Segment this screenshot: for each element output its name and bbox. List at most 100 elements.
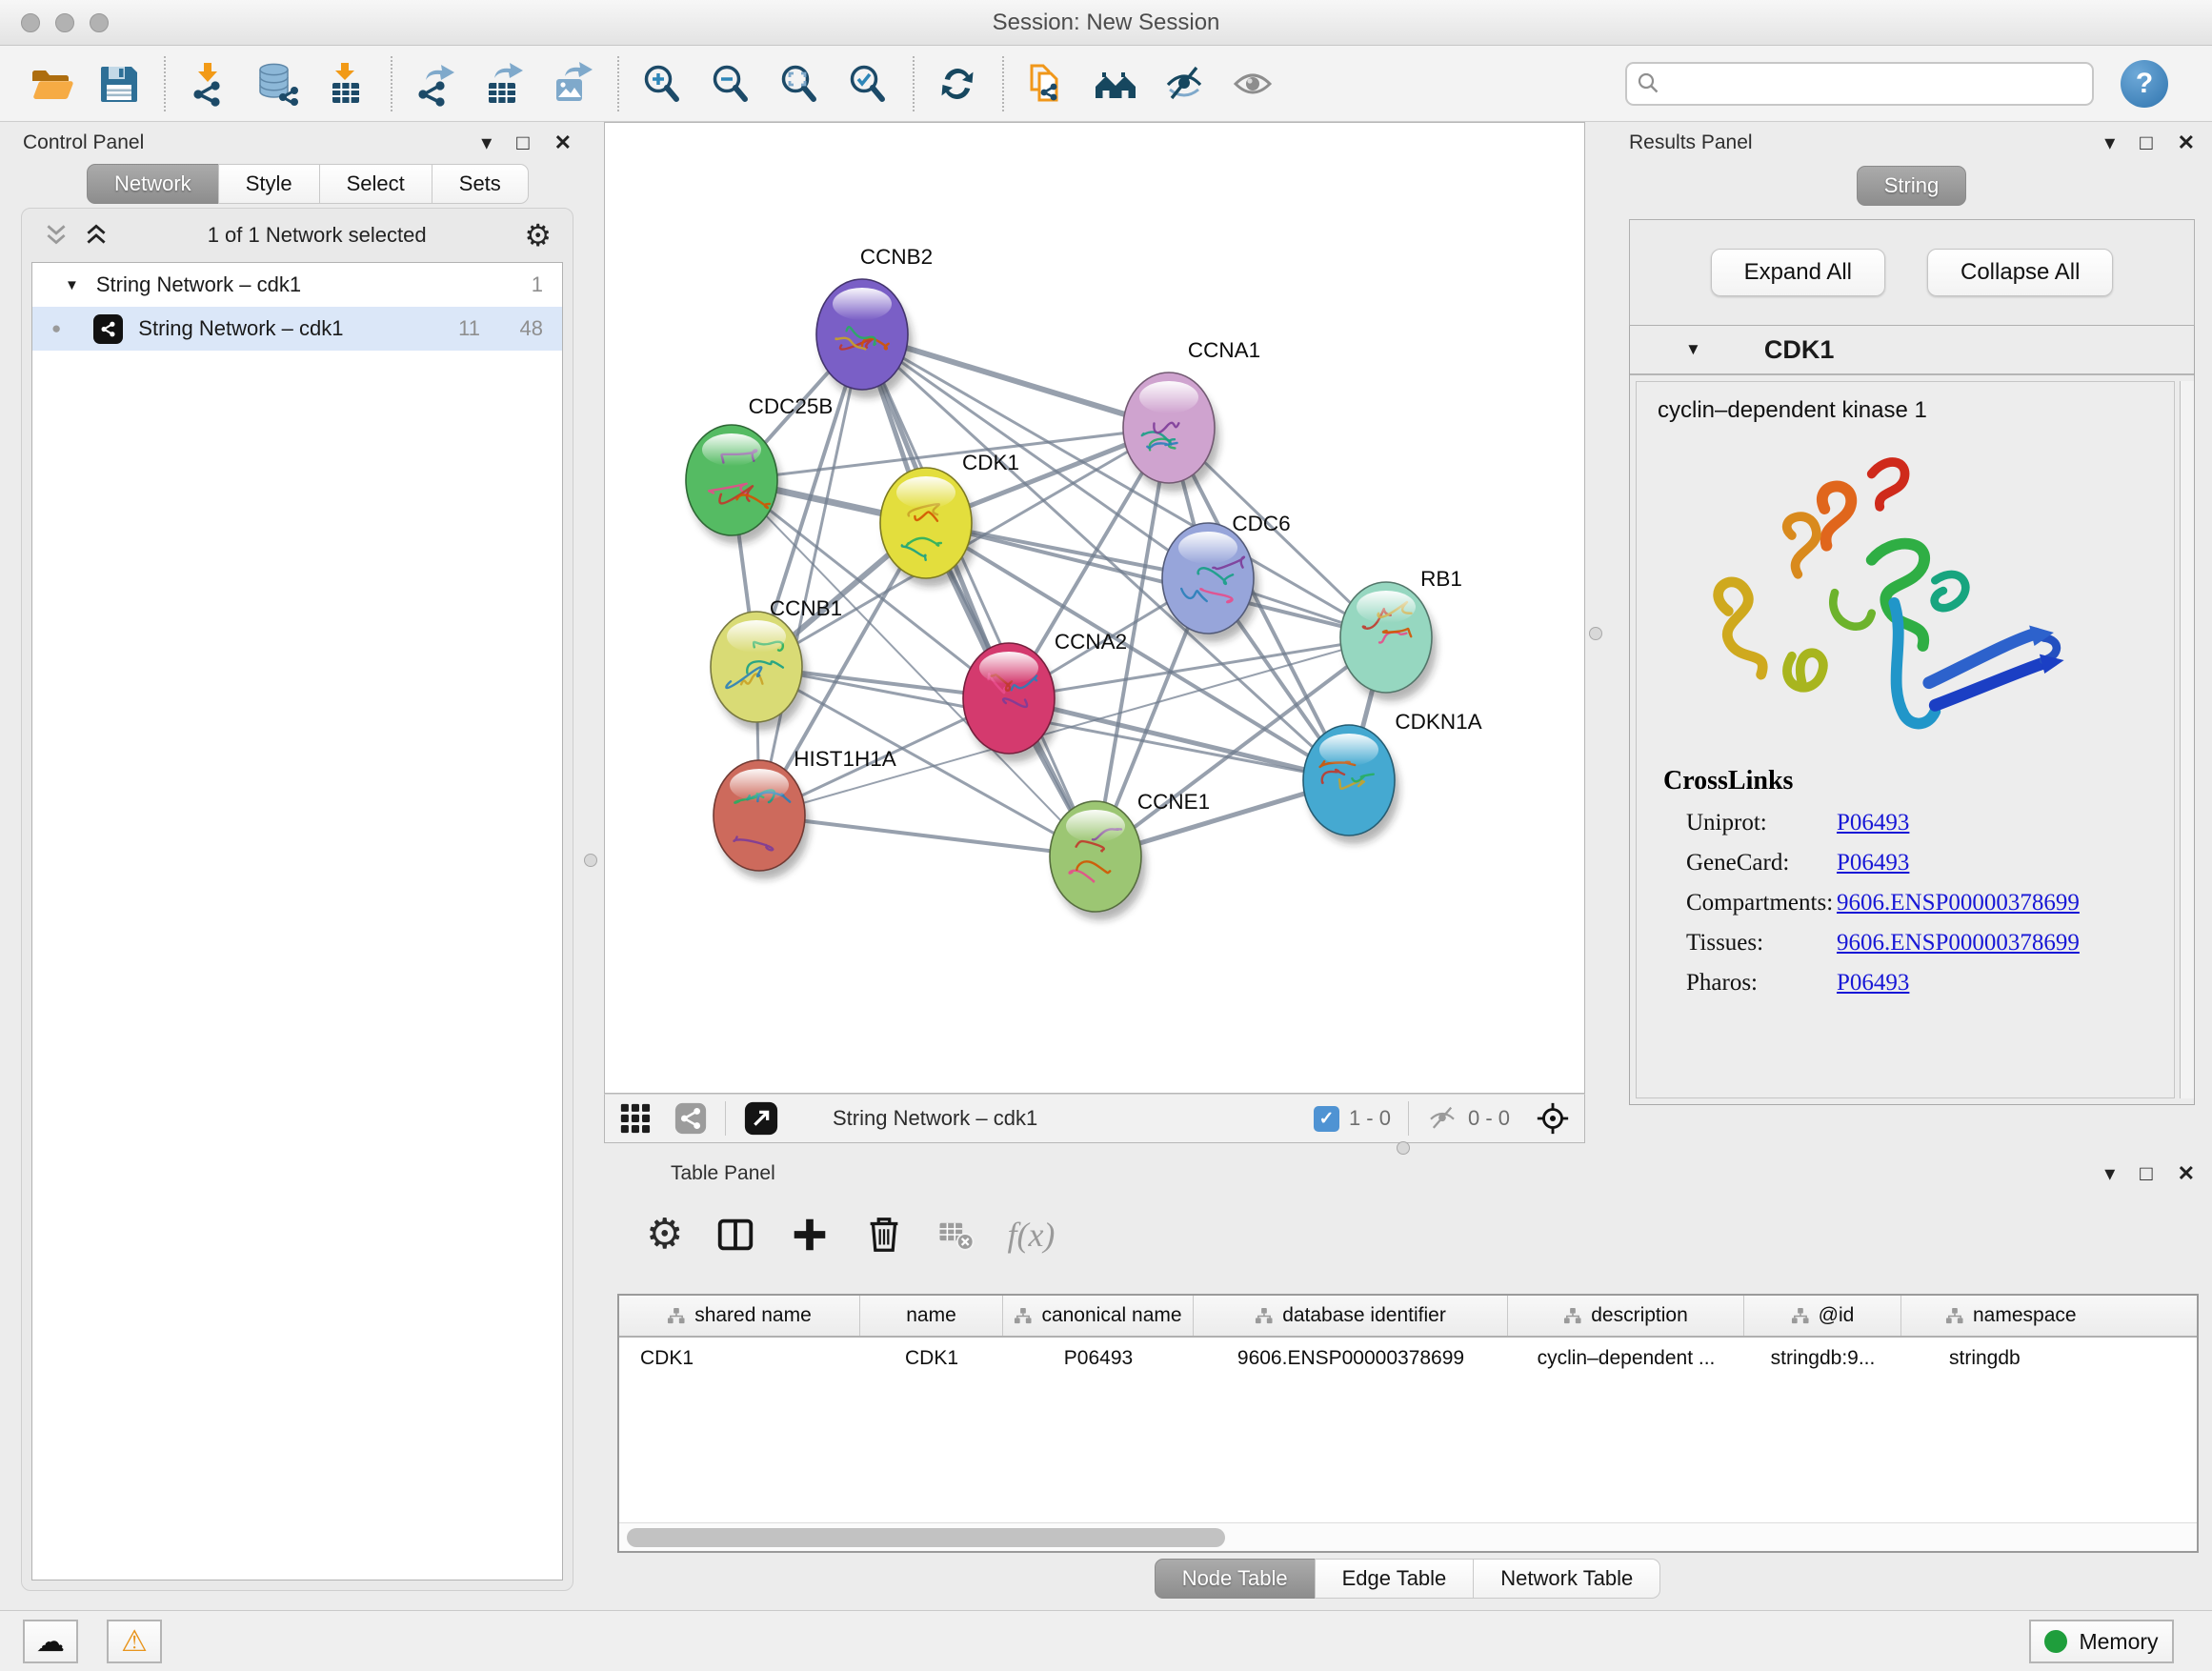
gene-expand-icon[interactable]: ▼ [1685,340,1701,359]
column-header-database-identifier[interactable]: database identifier [1194,1296,1508,1336]
export-network-button[interactable] [408,54,463,113]
panel-menu-icon[interactable]: ▾ [2104,132,2115,153]
crosslink-link[interactable]: 9606.ENSP00000378699 [1837,930,2080,956]
show-columns-icon[interactable] [714,1213,757,1257]
node-CDC6[interactable]: CDC6 [1162,512,1291,642]
panel-float-icon[interactable]: □ [2140,132,2152,153]
refresh-layout-button[interactable] [930,54,985,113]
node-CCNA1[interactable]: CCNA1 [1123,338,1260,492]
node-CCNB1[interactable]: CCNB1 [711,596,842,731]
table-cell[interactable]: stringdb [1901,1338,2199,1379]
edge-CCNB2-CCNE1[interactable] [862,334,1096,856]
network-collection-row[interactable]: ▼ String Network – cdk1 1 [32,263,562,307]
column-header--id[interactable]: @id [1744,1296,1901,1336]
table-options-gear-icon[interactable]: ⚙ [646,1214,683,1256]
network-row-selected[interactable]: ● String Network – cdk1 11 48 [32,307,562,351]
node-CCNA2[interactable]: CCNA2 [963,630,1127,762]
traffic-light-close[interactable] [21,13,40,32]
tab-style[interactable]: Style [218,164,320,204]
expand-all-icon[interactable] [83,222,110,249]
panel-close-icon[interactable]: ✕ [2178,132,2195,153]
show-all-button[interactable] [1225,54,1280,113]
table-cell[interactable]: CDK1 [619,1338,860,1379]
table-hscrollbar-thumb[interactable] [627,1528,1225,1547]
table-cell[interactable]: cyclin–dependent ... [1508,1338,1744,1379]
node-HIST1H1A[interactable]: HIST1H1A [714,747,896,879]
duplicate-network-button[interactable] [1019,54,1075,113]
node-CDC25B[interactable]: CDC25B [686,394,833,544]
first-neighbors-button[interactable] [1088,54,1143,113]
table-cell[interactable]: 9606.ENSP00000378699 [1194,1338,1508,1379]
selected-checkbox-icon[interactable]: ✓ [1314,1106,1339,1132]
zoom-selected-button[interactable] [840,54,895,113]
column-header-shared-name[interactable]: shared name [619,1296,860,1336]
network-view-type-icon[interactable] [674,1101,708,1136]
crosslink-link[interactable]: 9606.ENSP00000378699 [1837,890,2080,916]
import-network-from-database-button[interactable] [250,54,305,113]
collapse-all-button[interactable]: Collapse All [1927,249,2113,296]
traffic-light-minimize[interactable] [55,13,74,32]
add-column-icon[interactable] [788,1213,832,1257]
vertical-splitter-handle[interactable] [1589,627,1602,640]
panel-close-icon[interactable]: ✕ [554,132,572,153]
crosslink-link[interactable]: P06493 [1837,850,1909,876]
vertical-splitter-handle[interactable] [584,854,597,867]
open-session-button[interactable] [23,54,78,113]
panel-menu-icon[interactable]: ▾ [481,132,492,153]
panel-menu-icon[interactable]: ▾ [2104,1163,2115,1184]
node-CCNB2[interactable]: CCNB2 [816,245,933,398]
edge-HIST1H1A-CCNE1[interactable] [759,815,1096,856]
warnings-button[interactable]: ⚠ [107,1620,162,1663]
tab-sets[interactable]: Sets [432,164,529,204]
node-CDKN1A[interactable]: CDKN1A [1303,710,1482,844]
delete-column-icon[interactable] [862,1213,906,1257]
table-cell[interactable]: stringdb:9... [1744,1338,1901,1379]
tab-select[interactable]: Select [319,164,432,204]
export-table-button[interactable] [476,54,532,113]
zoom-in-button[interactable] [634,54,690,113]
gene-section-header[interactable]: ▼ CDK1 [1630,326,2194,375]
node-RB1[interactable]: RB1 [1340,567,1462,701]
panel-close-icon[interactable]: ✕ [2178,1163,2195,1184]
grid-view-icon[interactable] [618,1101,653,1136]
tab-node-table[interactable]: Node Table [1155,1559,1316,1599]
edge-CCNA2-CDKN1A[interactable] [1009,698,1349,780]
search-input[interactable] [1625,62,2094,106]
import-table-button[interactable] [318,54,373,113]
zoom-fit-button[interactable] [772,54,827,113]
table-cell[interactable]: CDK1 [860,1338,1003,1379]
tab-edge-table[interactable]: Edge Table [1315,1559,1475,1599]
birdseye-crosshair-icon[interactable] [1535,1100,1571,1137]
tree-expand-icon[interactable]: ▼ [65,277,79,293]
detach-view-icon[interactable] [743,1100,779,1137]
cloud-status-button[interactable]: ☁ [23,1620,78,1663]
export-image-button[interactable] [545,54,600,113]
tab-network-table[interactable]: Network Table [1473,1559,1660,1599]
import-network-button[interactable] [181,54,236,113]
traffic-light-zoom[interactable] [90,13,109,32]
table-row[interactable]: CDK1CDK1P064939606.ENSP00000378699cyclin… [619,1338,2199,1379]
table-cell[interactable]: P06493 [1003,1338,1194,1379]
crosslink-link[interactable]: P06493 [1837,810,1909,836]
tab-string[interactable]: String [1857,166,1966,206]
horizontal-splitter-handle[interactable] [1397,1141,1410,1155]
column-header-canonical-name[interactable]: canonical name [1003,1296,1194,1336]
crosslink-link[interactable]: P06493 [1837,970,1909,997]
network-canvas[interactable]: CCNB2CCNA1CDC25BCDK1CDC6RB1CCNB1CCNA2CDK… [604,122,1585,1094]
node-CCNE1[interactable]: CCNE1 [1050,790,1210,920]
panel-float-icon[interactable]: □ [516,132,529,153]
column-header-name[interactable]: name [860,1296,1003,1336]
tab-network[interactable]: Network [87,164,219,204]
zoom-out-button[interactable] [703,54,758,113]
save-session-button[interactable] [91,54,147,113]
collapse-all-icon[interactable] [43,222,70,249]
hide-selected-button[interactable] [1156,54,1212,113]
network-options-gear-icon[interactable]: ⚙ [524,217,552,253]
panel-float-icon[interactable]: □ [2140,1163,2152,1184]
column-header-description[interactable]: description [1508,1296,1744,1336]
results-scrollbar[interactable] [2180,381,2194,1098]
expand-all-button[interactable]: Expand All [1711,249,1885,296]
help-button[interactable]: ? [2121,60,2168,108]
column-header-namespace[interactable]: namespace [1901,1296,2199,1336]
memory-button[interactable]: Memory [2029,1620,2174,1663]
